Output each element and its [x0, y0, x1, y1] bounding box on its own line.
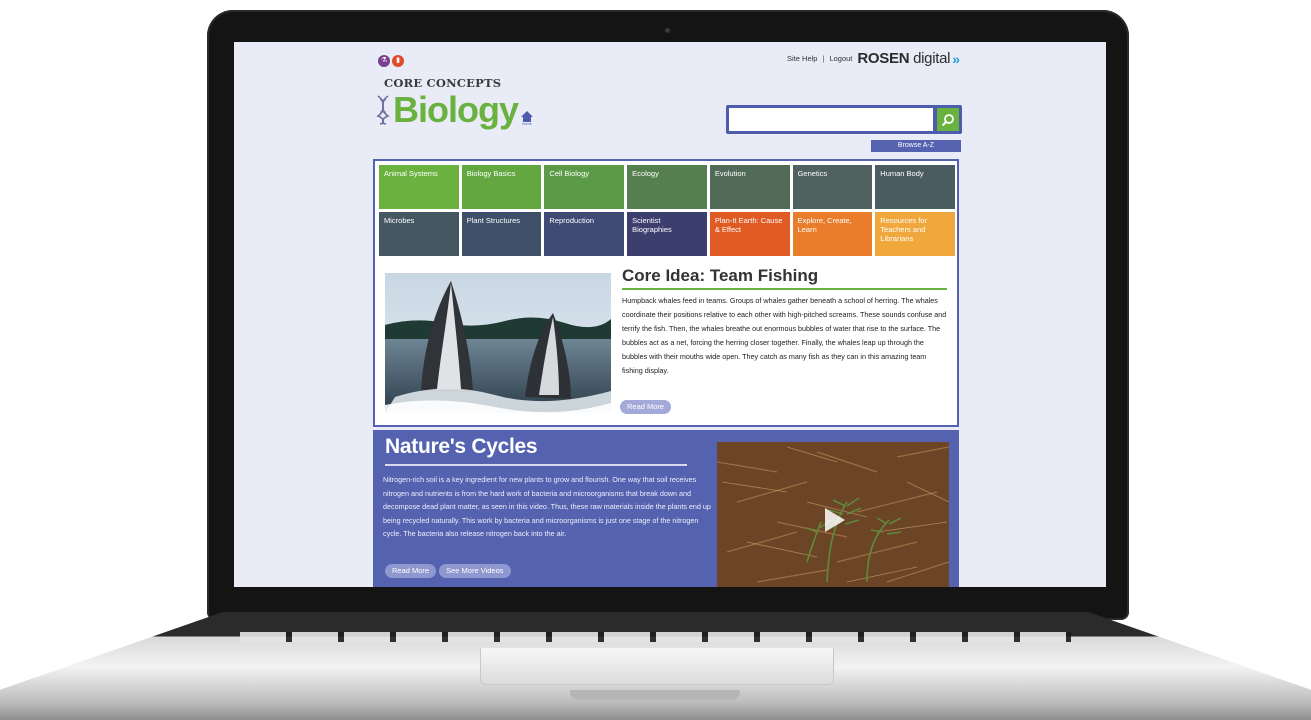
tile-microbes[interactable]: Microbes — [379, 212, 459, 256]
tile-label: Resources for Teachers and Librarians — [880, 216, 927, 243]
tile-resources[interactable]: Resources for Teachers and Librarians — [875, 212, 955, 256]
home-icon[interactable]: home — [520, 109, 534, 125]
tile-label: Animal Systems — [384, 169, 438, 178]
search-box — [726, 105, 962, 134]
link-separator: | — [822, 54, 825, 63]
tile-label: Ecology — [632, 169, 659, 178]
browser-screen: ⚗ ▮ CORE CONCEPTS Biology home Site Help… — [234, 42, 1106, 587]
core-idea-read-more-button[interactable]: Read More — [620, 400, 672, 414]
trackpad — [480, 648, 834, 685]
tile-label: Plant Structures — [466, 216, 521, 225]
rosen-word: ROSEN — [857, 50, 910, 67]
tile-plan-it-earth[interactable]: Plan-It Earth: Cause & Effect — [709, 212, 790, 256]
natures-cycles-title: Nature's Cycles — [385, 435, 538, 458]
core-idea-divider — [622, 288, 947, 290]
tile-label: Explore, Create, Learn — [797, 216, 852, 234]
lid-notch — [570, 690, 740, 700]
dna-icon — [376, 95, 390, 125]
top-links: Site Help | Logout ROSEN digital » — [787, 50, 960, 67]
home-label: home — [522, 122, 532, 125]
tile-human-body[interactable]: Human Body — [875, 165, 955, 209]
chart-icon: ▮ — [392, 55, 404, 67]
tile-label: Cell Biology — [549, 169, 590, 178]
natures-cycles-read-more-button[interactable]: Read More — [385, 564, 437, 578]
natures-cycles-buttons: Read More See More Videos — [385, 564, 511, 578]
logo-badges: ⚗ ▮ — [378, 55, 404, 67]
whale-image — [385, 273, 611, 413]
browse-az-button[interactable]: Browse A-Z — [871, 140, 961, 152]
tile-label: Scientist Biographies — [632, 216, 672, 234]
tile-label: Evolution — [714, 169, 746, 178]
search-button[interactable] — [937, 108, 959, 131]
tile-animal-systems[interactable]: Animal Systems — [379, 165, 459, 209]
tile-genetics[interactable]: Genetics — [792, 165, 873, 209]
tile-biology-basics[interactable]: Biology Basics — [461, 165, 542, 209]
tile-label: Biology Basics — [466, 169, 516, 178]
keyboard-row — [240, 632, 1071, 642]
content-panel: Animal Systems Biology Basics Cell Biolo… — [373, 159, 959, 427]
tile-label: Microbes — [384, 216, 415, 225]
tile-cell-biology[interactable]: Cell Biology — [544, 165, 625, 209]
natures-cycles-divider — [385, 464, 687, 466]
core-idea-story: Core Idea: Team Fishing Humpback whales … — [385, 266, 951, 423]
rosen-arrows-icon: » — [952, 50, 960, 67]
tile-label: Genetics — [797, 169, 828, 178]
rosen-logo[interactable]: ROSEN digital — [857, 50, 950, 67]
whale-illustration — [385, 273, 611, 413]
tile-evolution[interactable]: Evolution — [709, 165, 790, 209]
topic-nav-grid: Animal Systems Biology Basics Cell Biolo… — [379, 165, 955, 256]
flask-icon: ⚗ — [378, 55, 390, 67]
forest-floor-illustration — [717, 442, 949, 587]
tile-ecology[interactable]: Ecology — [627, 165, 707, 209]
see-more-videos-button[interactable]: See More Videos — [439, 564, 511, 578]
rosen-digital: digital — [913, 50, 951, 67]
core-idea-body: Humpback whales feed in teams. Groups of… — [622, 296, 947, 376]
tile-label: Human Body — [880, 169, 924, 178]
video-thumbnail[interactable] — [717, 442, 949, 587]
tile-plant-structures[interactable]: Plant Structures — [461, 212, 542, 256]
brand-wordmark: Biology — [393, 89, 519, 130]
core-idea-title: Core Idea: Team Fishing — [622, 266, 819, 285]
brand-logo[interactable]: Biology home — [376, 90, 534, 130]
brand-kicker: CORE CONCEPTS — [384, 76, 502, 90]
tile-label: Plan-It Earth: Cause & Effect — [714, 216, 783, 234]
site-help-link[interactable]: Site Help — [787, 54, 817, 63]
natures-cycles-panel: Nature's Cycles Nitrogen-rich soil is a … — [373, 430, 959, 587]
search-input[interactable] — [729, 108, 933, 131]
tile-scientist-biographies[interactable]: Scientist Biographies — [627, 212, 707, 256]
tile-label: Reproduction — [549, 216, 595, 225]
logout-link[interactable]: Logout — [829, 54, 852, 63]
tile-explore-create-learn[interactable]: Explore, Create, Learn — [792, 212, 873, 256]
search-icon — [941, 113, 954, 126]
natures-cycles-body: Nitrogen-rich soil is a key ingredient f… — [383, 475, 711, 539]
tile-reproduction[interactable]: Reproduction — [544, 212, 625, 256]
camera-dot — [665, 28, 670, 33]
